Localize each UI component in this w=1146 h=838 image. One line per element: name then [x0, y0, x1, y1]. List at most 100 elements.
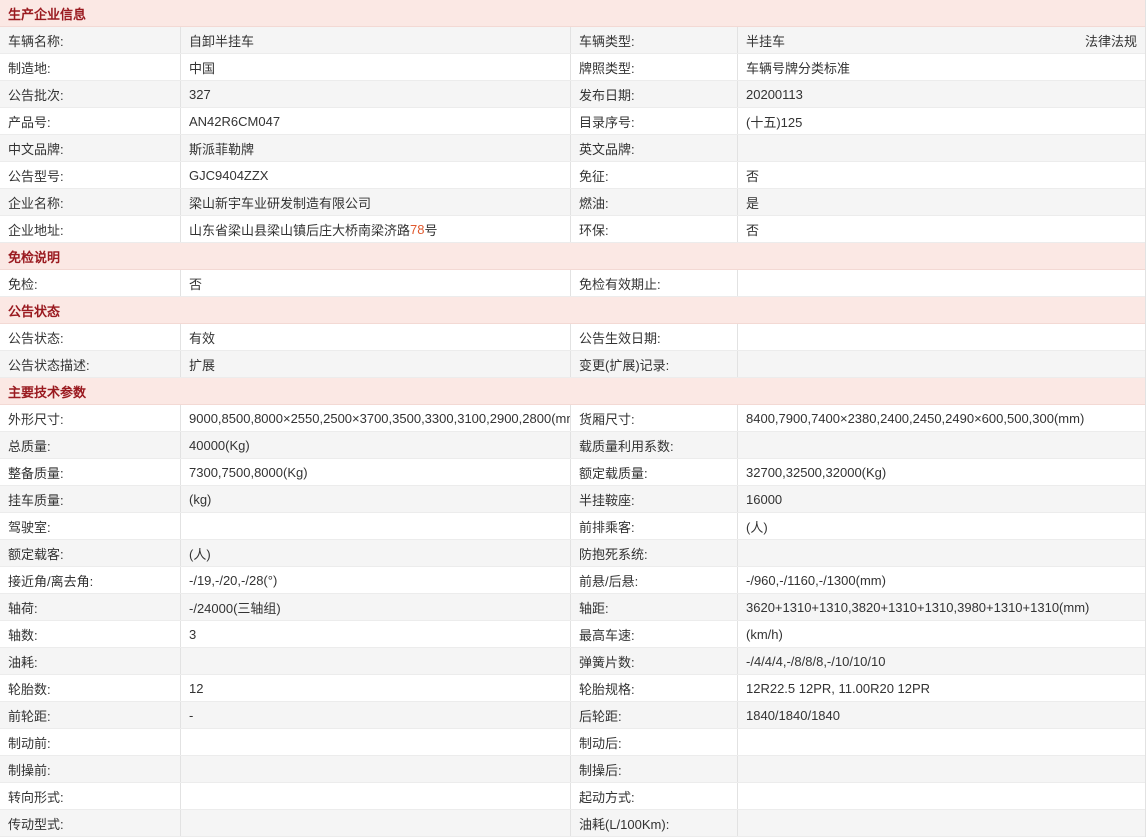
- table-row: 公告状态描述:扩展变更(扩展)记录:: [0, 351, 1145, 378]
- field-label: 制动前:: [0, 729, 181, 755]
- table-row: 总质量:40000(Kg)载质量利用系数:: [0, 432, 1145, 459]
- field-value: [738, 810, 1145, 836]
- field-value: 327: [181, 81, 571, 107]
- field-value: 车辆号牌分类标准: [738, 54, 1145, 80]
- field-label: 外形尺寸:: [0, 405, 181, 431]
- field-label: 公告状态描述:: [0, 351, 181, 377]
- field-value: 3620+1310+1310,3820+1310+1310,3980+1310+…: [738, 594, 1145, 620]
- field-value: 3: [181, 621, 571, 647]
- field-value: 自卸半挂车: [181, 27, 571, 53]
- field-value: 12R22.5 12PR, 11.00R20 12PR: [738, 675, 1145, 701]
- field-label: 油耗(L/100Km):: [571, 810, 738, 836]
- field-label: 发布日期:: [571, 81, 738, 107]
- table-row: 中文品牌:斯派菲勒牌英文品牌:: [0, 135, 1145, 162]
- field-label: 制操前:: [0, 756, 181, 782]
- field-label: 免检有效期止:: [571, 270, 738, 296]
- legal-regulations-link[interactable]: 法律法规: [1085, 31, 1137, 50]
- field-label: 前排乘客:: [571, 513, 738, 539]
- value-text: 20200113: [746, 87, 803, 102]
- field-label: 英文品牌:: [571, 135, 738, 161]
- field-label: 企业地址:: [0, 216, 181, 242]
- table-row: 挂车质量:(kg)半挂鞍座:16000: [0, 486, 1145, 513]
- field-value: (kg): [181, 486, 571, 512]
- field-value: [181, 648, 571, 674]
- value-text: 车辆号牌分类标准: [746, 58, 850, 77]
- field-label: 公告批次:: [0, 81, 181, 107]
- field-label: 制动后:: [571, 729, 738, 755]
- field-value: 16000: [738, 486, 1145, 512]
- field-value: [738, 351, 1145, 377]
- field-label: 额定载客:: [0, 540, 181, 566]
- field-value: AN42R6CM047: [181, 108, 571, 134]
- table-row: 外形尺寸:9000,8500,8000×2550,2500×3700,3500,…: [0, 405, 1145, 432]
- field-value: (km/h): [738, 621, 1145, 647]
- field-value: 否: [738, 216, 1145, 242]
- field-value: 12: [181, 675, 571, 701]
- field-value: GJC9404ZZX: [181, 162, 571, 188]
- value-text: 12R22.5 12PR, 11.00R20 12PR: [746, 681, 930, 696]
- field-value: 斯派菲勒牌: [181, 135, 571, 161]
- table-row: 制造地:中国牌照类型:车辆号牌分类标准: [0, 54, 1145, 81]
- field-value: [181, 729, 571, 755]
- field-value: 否: [738, 162, 1145, 188]
- field-label: 传动型式:: [0, 810, 181, 836]
- field-label: 制操后:: [571, 756, 738, 782]
- table-row: 免检:否免检有效期止:: [0, 270, 1145, 297]
- table-row: 轮胎数:12轮胎规格: 12R22.5 12PR, 11.00R20 12PR: [0, 675, 1145, 702]
- section-header: 免检说明: [0, 243, 1145, 270]
- section-header: 生产企业信息: [0, 0, 1145, 27]
- field-label: 企业名称:: [0, 189, 181, 215]
- table-row: 公告批次:327发布日期: 20200113: [0, 81, 1145, 108]
- field-value: 20200113: [738, 81, 1145, 107]
- field-label: 轮胎数:: [0, 675, 181, 701]
- field-label: 目录序号:: [571, 108, 738, 134]
- field-value: 9000,8500,8000×2550,2500×3700,3500,3300,…: [181, 405, 571, 431]
- value-text: 3620+1310+1310,3820+1310+1310,3980+1310+…: [746, 600, 1089, 615]
- field-label: 轴距:: [571, 594, 738, 620]
- table-row: 轴荷:-/24000(三轴组)轴距: 3620+1310+1310,3820+13…: [0, 594, 1145, 621]
- field-label: 轮胎规格:: [571, 675, 738, 701]
- value-text: 号: [424, 220, 437, 239]
- table-row: 车辆名称:自卸半挂车车辆类型:半挂车法律法规: [0, 27, 1145, 54]
- field-value: 32700,32500,32000(Kg): [738, 459, 1145, 485]
- value-text: -/4/4/4,-/8/8/8,-/10/10/10: [746, 654, 885, 669]
- field-label: 车辆类型:: [571, 27, 738, 53]
- field-value: -/19,-/20,-/28(°): [181, 567, 571, 593]
- value-text: 16000: [746, 492, 782, 507]
- field-label: 油耗:: [0, 648, 181, 674]
- field-value: [181, 783, 571, 809]
- table-row: 企业名称:梁山新宇车业研发制造有限公司燃油:是: [0, 189, 1145, 216]
- value-text: 山东省梁山县梁山镇后庄大桥南梁济路: [189, 220, 410, 239]
- field-value: 有效: [181, 324, 571, 350]
- field-value: -/4/4/4,-/8/8/8,-/10/10/10: [738, 648, 1145, 674]
- table-row: 转向形式:起动方式:: [0, 783, 1145, 810]
- field-value: 7300,7500,8000(Kg): [181, 459, 571, 485]
- field-label: 载质量利用系数:: [571, 432, 738, 458]
- table-row: 制动前: 制动后:: [0, 729, 1145, 756]
- value-text: 半挂车: [746, 31, 785, 50]
- field-value: -/24000(三轴组): [181, 594, 571, 620]
- section-header: 主要技术参数: [0, 378, 1145, 405]
- field-label: 公告状态:: [0, 324, 181, 350]
- table-row: 产品号:AN42R6CM047目录序号:(十五)125: [0, 108, 1145, 135]
- field-label: 货厢尺寸:: [571, 405, 738, 431]
- field-value: [738, 540, 1145, 566]
- field-label: 变更(扩展)记录:: [571, 351, 738, 377]
- field-value: 扩展: [181, 351, 571, 377]
- field-label: 最高车速:: [571, 621, 738, 647]
- field-value: [738, 270, 1145, 296]
- value-text: 是: [746, 193, 759, 212]
- value-text: 否: [746, 220, 759, 239]
- field-label: 公告型号:: [0, 162, 181, 188]
- field-label: 前悬/后悬:: [571, 567, 738, 593]
- value-text: 8400,7900,7400×2380,2400,2450,2490×600,5…: [746, 411, 1084, 426]
- field-value: -: [181, 702, 571, 728]
- field-value: [181, 756, 571, 782]
- table-row: 额定载客:(人)防抱死系统:: [0, 540, 1145, 567]
- field-value: 半挂车 法律法规: [738, 27, 1145, 53]
- field-label: 轴荷:: [0, 594, 181, 620]
- field-value: [738, 756, 1145, 782]
- field-value: [738, 729, 1145, 755]
- value-text: 否: [746, 166, 759, 185]
- field-label: 制造地:: [0, 54, 181, 80]
